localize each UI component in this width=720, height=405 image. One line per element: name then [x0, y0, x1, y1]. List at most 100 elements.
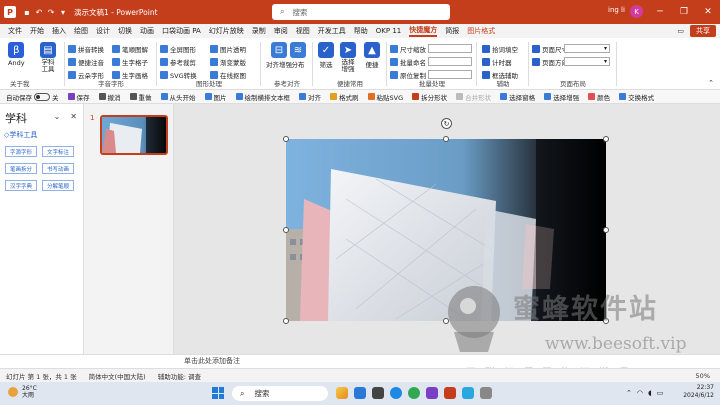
- app-icon[interactable]: [372, 387, 384, 399]
- autosave-toggle[interactable]: [34, 92, 50, 101]
- tab-picture-format[interactable]: 图片格式: [467, 26, 495, 36]
- gradient-mask-button[interactable]: 渐变蒙版: [210, 57, 246, 67]
- tab-quick-cube[interactable]: 快捷魔方: [409, 25, 438, 37]
- color-button[interactable]: 颜色: [588, 92, 610, 102]
- tab-animations[interactable]: 动画: [140, 26, 154, 36]
- save-button[interactable]: 保存: [67, 92, 90, 102]
- pick-word-button[interactable]: 拾词填空: [482, 44, 518, 54]
- convenient-button[interactable]: ▲ 便捷: [364, 42, 380, 69]
- chrome-icon[interactable]: [408, 387, 420, 399]
- page-orientation-button[interactable]: 页面方向: [532, 57, 568, 67]
- weather-widget[interactable]: 26°C 大雨: [8, 385, 37, 399]
- phonetic-button[interactable]: 便捷注音: [68, 57, 104, 67]
- stroke-split-button[interactable]: 笔画拆分: [5, 163, 37, 174]
- tab-transitions[interactable]: 切换: [118, 26, 132, 36]
- resize-input[interactable]: [428, 44, 472, 53]
- filter-button[interactable]: ✓ 筛选: [318, 42, 334, 69]
- tab-record[interactable]: 录制: [252, 26, 266, 36]
- start-button-icon[interactable]: [212, 387, 224, 399]
- undo-icon[interactable]: ↶: [34, 7, 44, 17]
- page-size-select[interactable]: ▾: [564, 44, 610, 53]
- resize-handle[interactable]: [603, 227, 609, 233]
- swap-format-button[interactable]: 交换格式: [619, 92, 654, 102]
- avatar[interactable]: K: [630, 5, 643, 18]
- battery-icon[interactable]: ▭: [657, 389, 664, 397]
- volume-icon[interactable]: ◖: [648, 389, 652, 397]
- batch-rename-button[interactable]: 批量命名: [390, 57, 426, 67]
- image-transparent-button[interactable]: 图片透明: [210, 44, 246, 54]
- writing-animation-button[interactable]: 书写动画: [42, 163, 74, 174]
- tab-home[interactable]: 开始: [30, 26, 44, 36]
- app-icon[interactable]: [480, 387, 492, 399]
- fullscreen-shape-button[interactable]: 全屏图形: [160, 44, 196, 54]
- user-name[interactable]: ing li: [608, 6, 625, 14]
- char-origin-button[interactable]: 字源字形: [5, 146, 37, 157]
- zoom-level[interactable]: 50%: [696, 372, 710, 380]
- slide-thumbnail[interactable]: [100, 115, 168, 155]
- align-enhance-button[interactable]: ⊟ 对齐增强: [266, 42, 292, 69]
- search-box[interactable]: ⌕ 搜索: [272, 4, 450, 20]
- draw-textbox-button[interactable]: 绘制横排文本框: [235, 92, 290, 102]
- tab-briefing[interactable]: 简报: [445, 26, 459, 36]
- chevron-down-icon[interactable]: ▾: [58, 7, 68, 17]
- resize-handle[interactable]: [283, 227, 289, 233]
- collapse-ribbon-icon[interactable]: ⌃: [708, 79, 714, 87]
- app-icon[interactable]: [462, 387, 474, 399]
- chevron-down-icon[interactable]: ⌄: [54, 112, 61, 121]
- page-size-button[interactable]: 页面尺寸: [532, 44, 568, 54]
- file-explorer-icon[interactable]: [354, 387, 366, 399]
- resize-handle[interactable]: [283, 136, 289, 142]
- tab-draw[interactable]: 绘图: [74, 26, 88, 36]
- page-orientation-select[interactable]: ▾: [564, 57, 610, 66]
- taskbar-search[interactable]: ⌕ 搜索: [232, 386, 328, 401]
- select-enhance-button[interactable]: 选择增强: [544, 92, 579, 102]
- selection-pane-button[interactable]: 选择窗格: [500, 92, 535, 102]
- andy-button[interactable]: β Andy: [8, 42, 25, 67]
- align-button[interactable]: 对齐: [299, 92, 321, 102]
- comment-icon[interactable]: ▭: [677, 27, 684, 35]
- tab-pocket-animation[interactable]: 口袋动画 PA: [162, 26, 201, 36]
- stroke-diagram-button[interactable]: 笔顺图解: [112, 44, 148, 54]
- tab-help[interactable]: 帮助: [354, 26, 368, 36]
- pinyin-convert-button[interactable]: 拼音转换: [68, 44, 104, 54]
- from-start-button[interactable]: 从头开始: [160, 92, 196, 102]
- tab-insert[interactable]: 插入: [52, 26, 66, 36]
- chevron-up-icon[interactable]: ⌃: [626, 389, 632, 397]
- merge-shape-button[interactable]: 合并形状: [456, 92, 491, 102]
- language-status[interactable]: 简体中文(中国大陆): [89, 371, 146, 381]
- paste-svg-button[interactable]: 粘贴SVG: [367, 92, 403, 102]
- stroke-order-button[interactable]: 分解笔顺: [42, 180, 74, 191]
- split-shape-button[interactable]: 拆分形状: [412, 92, 447, 102]
- char-grid-button[interactable]: 生字格子: [112, 57, 148, 67]
- close-icon[interactable]: ✕: [696, 0, 720, 24]
- restore-icon[interactable]: ❐: [672, 0, 696, 24]
- autosave[interactable]: 自动保存 关: [6, 92, 59, 102]
- picture-button[interactable]: 图片: [204, 92, 227, 102]
- text-annotation-button[interactable]: 文字标注: [42, 146, 74, 157]
- reference-crop-button[interactable]: 参考裁剪: [160, 57, 196, 67]
- timer-button[interactable]: 计时器: [482, 57, 512, 67]
- rotate-handle-icon[interactable]: ↻: [441, 118, 452, 129]
- app-icon[interactable]: [336, 387, 348, 399]
- minimize-icon[interactable]: ─: [648, 0, 672, 24]
- edge-icon[interactable]: [390, 387, 402, 399]
- tab-okp[interactable]: OKP 11: [376, 27, 401, 35]
- subject-tool-button[interactable]: ▤ 学科 工具: [40, 42, 56, 73]
- tab-view[interactable]: 视图: [296, 26, 310, 36]
- resize-handle[interactable]: [283, 318, 289, 324]
- dictionary-button[interactable]: 汉字字典: [5, 180, 37, 191]
- redo-icon[interactable]: ↷: [46, 7, 56, 17]
- save-icon[interactable]: ▪: [22, 7, 32, 17]
- tab-review[interactable]: 审阅: [274, 26, 288, 36]
- redo-button[interactable]: 重做: [129, 92, 152, 102]
- distribute-button[interactable]: ≋ 分布: [290, 42, 306, 69]
- select-enhance-button[interactable]: ➤ 选择 增强: [340, 42, 356, 73]
- close-icon[interactable]: ✕: [70, 112, 77, 121]
- resize-button[interactable]: 尺寸缩放: [390, 44, 426, 54]
- resize-handle[interactable]: [603, 136, 609, 142]
- clock[interactable]: 22:37 2024/6/12: [683, 384, 714, 400]
- tab-developer[interactable]: 开发工具: [318, 26, 346, 36]
- tab-design[interactable]: 设计: [96, 26, 110, 36]
- wifi-icon[interactable]: ◠: [637, 389, 643, 397]
- powerpoint-icon[interactable]: [444, 387, 456, 399]
